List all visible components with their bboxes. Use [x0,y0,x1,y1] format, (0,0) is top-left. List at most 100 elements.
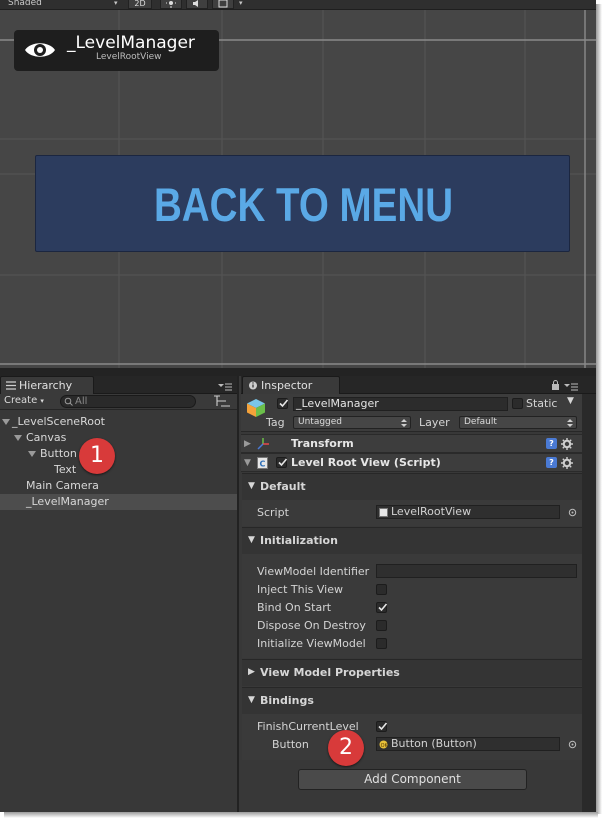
gameobject-cube-icon [247,399,265,417]
tag-label: Tag [266,416,285,429]
chevron-down-icon: ▾ [239,0,243,7]
script-label: Script [257,506,289,519]
expanded-arrow-icon[interactable] [14,434,22,442]
expanded-arrow-icon[interactable]: ▼ [244,454,251,472]
gameobject-name-input[interactable]: _LevelManager [293,397,508,411]
component-enabled-checkbox[interactable] [276,457,288,468]
button-binding-value: Button (Button) [391,737,477,750]
collapsed-arrow-icon: ▶ [248,667,255,677]
viewmodel-identifier-input[interactable] [376,564,577,578]
hierarchy-item-canvas[interactable]: Canvas [0,430,237,446]
static-label: Static [526,397,558,410]
object-picker-icon[interactable] [568,508,577,517]
panel-menu-icon[interactable] [564,382,578,391]
section-default-body: Script LevelRootView [242,500,582,526]
chevron-down-icon: ▾ [114,0,118,7]
section-default-title: Default [260,480,306,493]
chevron-down-icon[interactable]: ▼ [567,396,574,406]
finish-current-level-checkbox[interactable] [376,721,388,732]
section-initialization-body: ViewModel Identifier Inject This View Bi… [242,554,582,658]
section-bindings-title: Bindings [260,694,314,707]
hierarchy-item-levelmanager[interactable]: _LevelManager [0,494,237,510]
section-view-model-properties-title: View Model Properties [260,666,400,679]
section-default-header[interactable]: ▼ Default [242,473,582,500]
help-book-icon[interactable]: ? [546,457,557,468]
annotation-marker-1: 1 [79,438,115,474]
gear-icon[interactable] [561,438,573,450]
2d-toggle-button[interactable]: 2D [128,0,152,9]
back-to-menu-label: BACK TO MENU [153,178,454,231]
hierarchy-panel: Hierarchy Create ▾ All _LevelSceneRoot C… [0,376,239,812]
section-view-model-properties-header[interactable]: ▶ View Model Properties [242,659,582,686]
button-binding-label: Button [272,738,309,751]
transform-component-header[interactable]: ▶ Transform ? [241,434,582,453]
svg-text:OK: OK [381,743,388,749]
annotation-marker-2: 2 [328,730,364,766]
help-book-icon[interactable]: ? [546,438,557,449]
expanded-arrow-icon: ▼ [248,481,255,491]
script-reference-field[interactable]: LevelRootView [376,505,560,519]
object-picker-icon[interactable] [568,740,577,749]
hierarchy-item-label: _LevelManager [26,495,109,508]
initialize-viewmodel-checkbox[interactable] [376,638,387,649]
hierarchy-item-main-camera[interactable]: Main Camera [0,478,237,494]
hierarchy-item-levelsceneroot[interactable]: _LevelSceneRoot [0,414,237,430]
hierarchy-item-label: Text [54,463,77,476]
layer-dropdown[interactable]: Default [459,416,577,429]
section-initialization-header[interactable]: ▼ Initialization [242,527,582,554]
hierarchy-item-button[interactable]: Button [0,446,237,462]
tab-inspector[interactable]: Inspector [242,376,340,394]
gameobject-header: _LevelManager Static ▼ Tag Untagged Laye… [241,394,582,432]
audio-toggle-button[interactable] [186,0,208,9]
selected-object-view-type: LevelRootView [96,52,162,62]
lock-icon[interactable] [551,380,560,390]
button-binding-field[interactable]: OK Button (Button) [376,737,560,751]
collapsed-arrow-icon[interactable]: ▶ [244,435,251,453]
tab-hierarchy-label: Hierarchy [19,379,73,392]
gear-icon[interactable] [561,457,573,469]
dispose-on-destroy-checkbox[interactable] [376,620,387,631]
expanded-arrow-icon[interactable] [2,418,10,426]
inject-this-view-label: Inject This View [257,583,343,596]
inspector-scrollbar[interactable] [582,394,596,812]
scene-toolbar: Shaded ▾ 2D ▾ [0,0,596,10]
back-to-menu-button-preview[interactable]: BACK TO MENU [35,155,570,252]
gameobject-active-checkbox[interactable] [277,398,289,409]
hierarchy-toolbar: Create ▾ All [0,394,237,410]
bind-on-start-label: Bind On Start [257,601,332,614]
create-dropdown[interactable]: Create ▾ [4,395,44,408]
chevron-down-icon: ▾ [40,397,44,405]
selected-object-badge[interactable]: _LevelManager LevelRootView [14,30,219,71]
hierarchy-item-label: Button [40,447,77,460]
component-title: Level Root View (Script) [291,456,441,469]
inject-this-view-checkbox[interactable] [376,584,387,595]
list-icon [6,381,16,390]
panel-menu-icon[interactable] [218,382,232,391]
hierarchy-item-text[interactable]: Text [0,462,237,478]
lighting-toggle-button[interactable] [160,0,182,9]
transform-label: Transform [291,437,354,450]
effects-toggle-button[interactable] [212,0,234,9]
static-checkbox[interactable] [512,398,523,409]
panel-splitter[interactable] [0,368,596,376]
hierarchy-item-label: Main Camera [26,479,99,492]
inspector-tabbar: Inspector [241,376,596,394]
shading-mode-dropdown[interactable]: Shaded [8,0,42,9]
layer-value: Default [464,417,497,427]
expanded-arrow-icon: ▼ [248,695,255,705]
dispose-on-destroy-label: Dispose On Destroy [257,619,366,632]
section-bindings-header[interactable]: ▼ Bindings [242,687,582,714]
add-component-button[interactable]: Add Component [298,769,527,790]
hierarchy-mode-icon[interactable] [212,395,230,407]
hierarchy-search-input[interactable]: All [60,395,196,408]
expanded-arrow-icon: ▼ [248,535,255,545]
bind-on-start-checkbox[interactable] [376,602,388,613]
tab-inspector-label: Inspector [261,379,313,392]
tag-dropdown[interactable]: Untagged [293,416,411,429]
search-placeholder: All [75,396,88,407]
image-icon [218,0,228,8]
expanded-arrow-icon[interactable] [28,450,36,458]
level-root-view-component-header[interactable]: ▼ C Level Root View (Script) ? [241,453,582,472]
scene-view[interactable]: Shaded ▾ 2D ▾ _LevelManager LevelRootVie… [0,0,596,368]
tab-hierarchy[interactable]: Hierarchy [0,376,94,394]
